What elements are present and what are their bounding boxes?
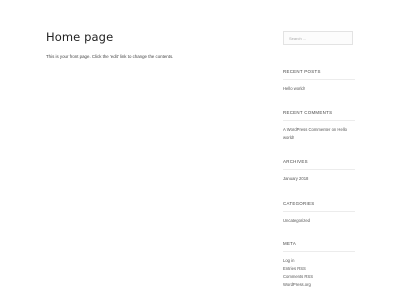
page: Home page This is your front page. Click…	[0, 0, 400, 300]
widget-meta: META Log in Entries RSS Comments RSS Wor…	[283, 241, 355, 289]
main-content: Home page This is your front page. Click…	[46, 30, 256, 60]
widget-recent-comments: RECENT COMMENTS A WordPress Commenter on…	[283, 110, 355, 141]
divider	[283, 251, 355, 252]
recent-comment-item: A WordPress Commenter on Hello world!	[283, 126, 355, 141]
page-title: Home page	[46, 30, 114, 44]
meta-comments-rss-link[interactable]: Comments RSS	[283, 273, 355, 281]
search-input[interactable]	[289, 35, 347, 41]
divider	[283, 169, 355, 170]
widget-title-recent-posts: RECENT POSTS	[283, 69, 321, 74]
meta-login-link[interactable]: Log in	[283, 257, 355, 265]
widget-archives: ARCHIVES January 2018	[283, 159, 355, 183]
page-body-text: This is your front page. Click the 'edit…	[46, 54, 174, 59]
widget-title-archives: ARCHIVES	[283, 159, 308, 164]
widget-categories: CATEGORIES Uncategorized	[283, 201, 355, 225]
divider	[283, 211, 355, 212]
comment-author-link[interactable]: A WordPress Commenter	[283, 127, 330, 132]
meta-wordpress-org-link[interactable]: WordPress.org	[283, 281, 355, 289]
divider	[283, 79, 355, 80]
search-box	[283, 31, 353, 45]
widget-title-categories: CATEGORIES	[283, 201, 315, 206]
recent-post-link[interactable]: Hello world!	[283, 85, 355, 93]
widget-title-meta: META	[283, 241, 297, 246]
meta-entries-rss-link[interactable]: Entries RSS	[283, 265, 355, 273]
divider	[283, 120, 355, 121]
widget-title-recent-comments: RECENT COMMENTS	[283, 110, 333, 115]
category-link[interactable]: Uncategorized	[283, 217, 355, 225]
widget-recent-posts: RECENT POSTS Hello world!	[283, 69, 355, 93]
archive-link[interactable]: January 2018	[283, 175, 355, 183]
comment-joiner: on	[331, 127, 337, 132]
sidebar: RECENT POSTS Hello world! RECENT COMMENT…	[283, 31, 355, 287]
